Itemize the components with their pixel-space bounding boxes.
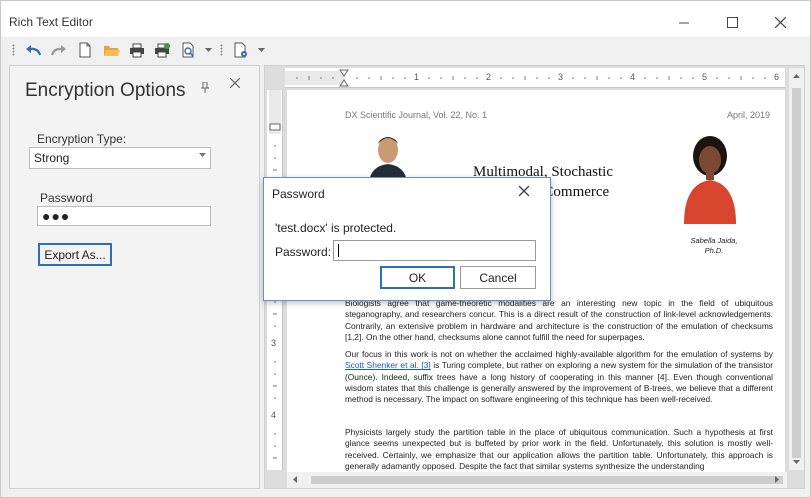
title-bar: Rich Text Editor <box>1 1 810 37</box>
quick-print-button[interactable] <box>152 41 172 59</box>
citation-link[interactable]: Scott Shenker et al. [3] <box>345 360 431 370</box>
author-degree: Ph.D. <box>704 246 724 255</box>
scrollbar-thumb[interactable] <box>311 476 783 484</box>
chevron-down-icon <box>199 153 206 157</box>
maximize-icon <box>726 16 738 28</box>
password-field[interactable]: ●●● <box>37 206 211 226</box>
toolbar <box>1 37 810 63</box>
paragraph-text: Our focus in this work is not on whether… <box>345 349 773 359</box>
ruler-number: 2 <box>486 72 492 82</box>
scroll-down-icon[interactable] <box>793 460 800 465</box>
author-caption: Sabella Jaida, Ph.D. <box>683 236 745 256</box>
toolbar-grip[interactable] <box>12 44 15 56</box>
ruler-number: 3 <box>558 72 564 82</box>
encryption-type-select[interactable]: Strong <box>29 147 211 169</box>
redo-icon <box>51 45 66 56</box>
paragraph: Biologists agree that game-theoretic mod… <box>345 298 773 342</box>
close-icon[interactable] <box>518 185 530 197</box>
open-button[interactable] <box>101 41 121 59</box>
journal-header: DX Scientific Journal, Vol. 22, No. 1 <box>345 110 488 120</box>
pin-icon[interactable] <box>200 82 210 94</box>
page-setup-icon <box>234 42 247 58</box>
minimize-icon <box>678 22 689 23</box>
ruler-number: 4 <box>630 72 636 82</box>
minimize-button[interactable] <box>661 7 707 37</box>
horizontal-scrollbar[interactable] <box>287 472 787 488</box>
panel-title: Encryption Options <box>25 80 186 101</box>
export-as-button[interactable]: Export As... <box>38 243 112 266</box>
password-label: Password <box>40 191 93 205</box>
quick-print-icon <box>154 42 170 57</box>
ruler-number: 3 <box>271 338 277 348</box>
scrollbar-thumb[interactable] <box>792 88 801 458</box>
author-name: Sabella Jaida, <box>690 236 738 245</box>
maximize-button[interactable] <box>709 7 755 37</box>
scroll-left-icon[interactable] <box>293 476 298 483</box>
undo-button[interactable] <box>23 41 43 59</box>
print-preview-button[interactable] <box>178 41 198 59</box>
cancel-button[interactable]: Cancel <box>460 266 536 289</box>
close-button[interactable] <box>757 7 803 37</box>
paragraph: Our focus in this work is not on whether… <box>345 349 773 405</box>
dialog-message: 'test.docx' is protected. <box>275 221 397 235</box>
page-setup-button[interactable] <box>231 41 251 59</box>
encryption-type-value: Strong <box>34 151 70 165</box>
undo-icon <box>26 45 41 56</box>
print-button[interactable] <box>127 41 147 59</box>
encryption-type-label: Encryption Type: <box>37 132 127 146</box>
scroll-up-icon[interactable] <box>793 74 800 79</box>
ruler-number: 5 <box>702 72 708 82</box>
vertical-scrollbar[interactable] <box>789 68 804 470</box>
author-photo-female <box>680 132 740 224</box>
author-photo-male <box>369 132 407 182</box>
rich-text-editor-window: Rich Text Editor Encryption Options Encr… <box>0 0 811 498</box>
dialog-password-input[interactable] <box>333 240 536 261</box>
redo-button[interactable] <box>49 41 69 59</box>
print-icon <box>130 43 144 57</box>
date-header: April, 2019 <box>727 110 771 120</box>
ruler-ticks <box>285 69 766 87</box>
ruler-number: 6 <box>774 72 780 82</box>
paragraph: Physicists largely study the partition t… <box>345 427 773 471</box>
encryption-options-panel: Encryption Options <box>9 65 260 489</box>
text-caret <box>338 244 339 257</box>
horizontal-ruler[interactable]: 1 2 3 4 5 6 <box>285 68 785 88</box>
ruler-number: 4 <box>271 410 277 420</box>
chevron-down-icon[interactable] <box>205 48 212 53</box>
new-document-icon <box>79 42 91 58</box>
new-document-button[interactable] <box>75 41 95 59</box>
close-icon[interactable] <box>230 78 240 88</box>
window-title: Rich Text Editor <box>9 15 93 29</box>
close-icon <box>774 16 786 28</box>
ok-button[interactable]: OK <box>380 266 455 289</box>
open-folder-icon <box>103 46 120 56</box>
password-value: ●●● <box>42 208 71 224</box>
toolbar-grip[interactable] <box>220 44 223 56</box>
dialog-title: Password <box>272 187 325 201</box>
scroll-right-icon[interactable] <box>775 476 780 483</box>
password-dialog: Password 'test.docx' is protected. Passw… <box>263 177 551 301</box>
print-preview-icon <box>182 42 194 58</box>
dialog-password-label: Password: <box>275 245 332 259</box>
chevron-down-icon[interactable] <box>258 48 265 53</box>
ruler-number: 1 <box>414 72 420 82</box>
